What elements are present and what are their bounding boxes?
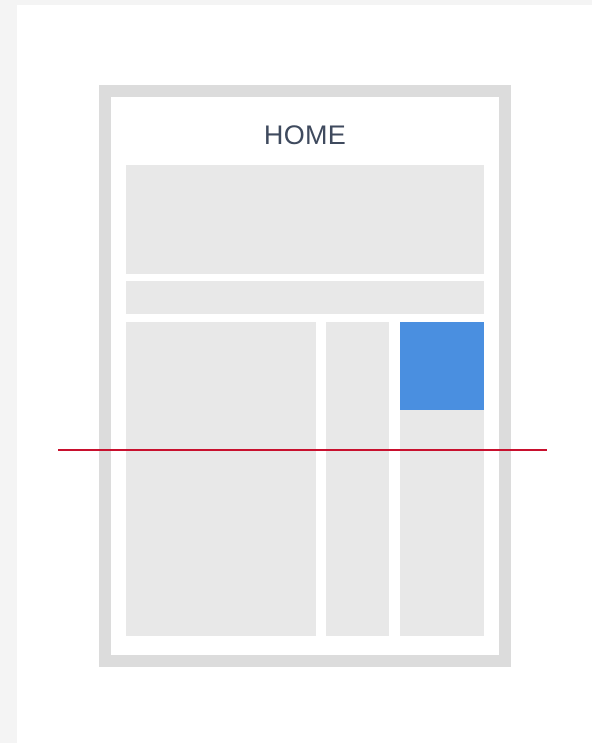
page-title: HOME — [263, 120, 347, 150]
main-content-column — [126, 322, 316, 636]
hero-block — [126, 165, 484, 274]
fold-line — [58, 449, 547, 451]
highlighted-ad-block — [400, 322, 484, 410]
middle-column — [326, 322, 389, 636]
banner-block — [126, 281, 484, 314]
